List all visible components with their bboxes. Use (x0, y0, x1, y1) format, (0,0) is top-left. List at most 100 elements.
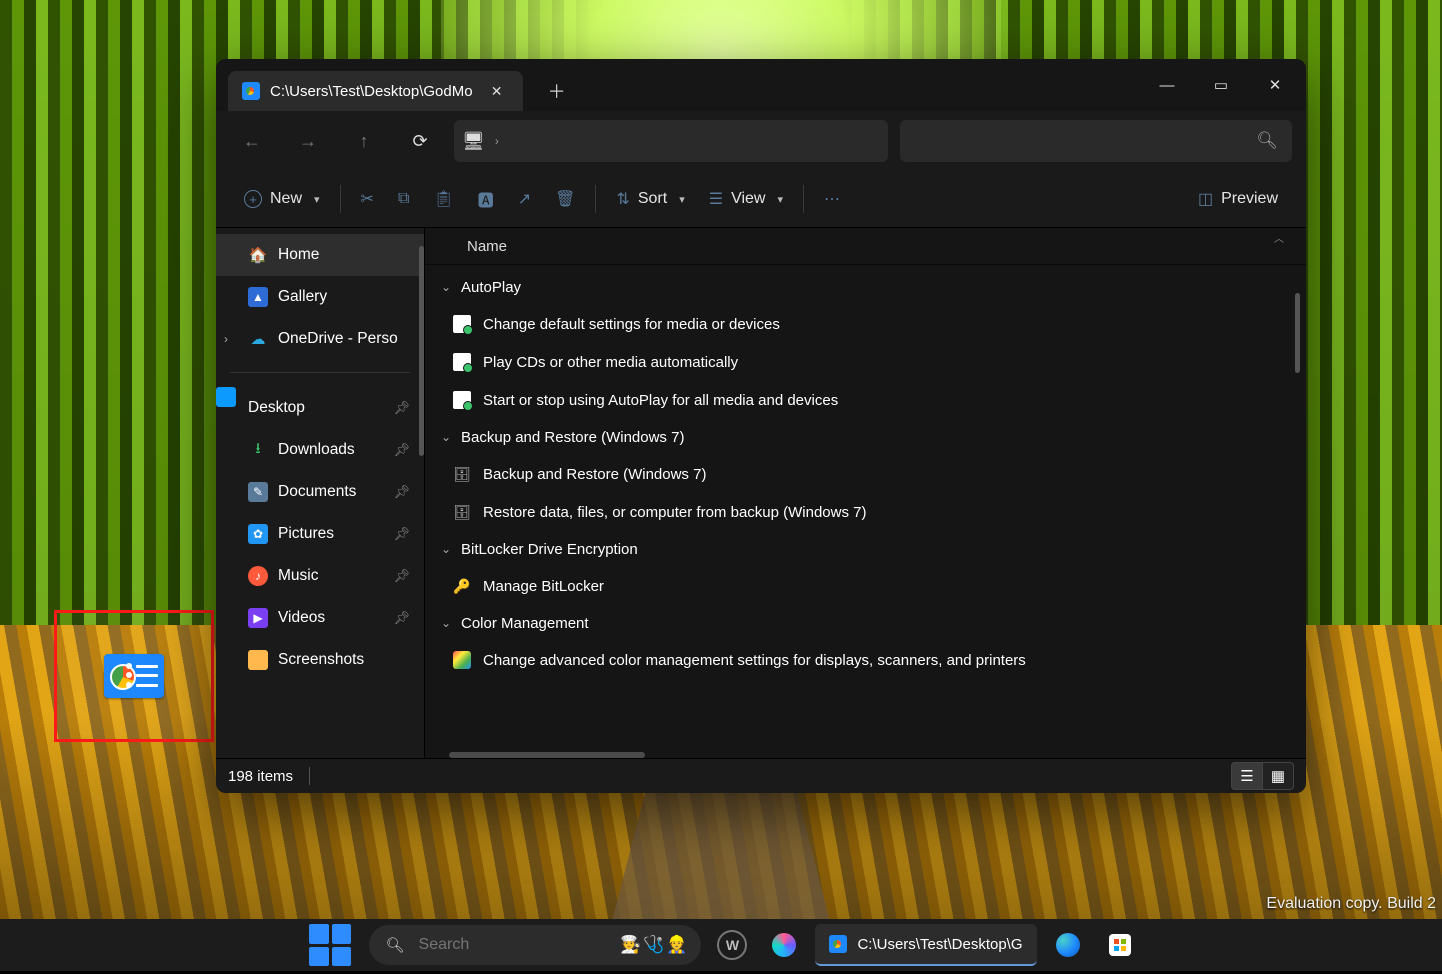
desktop-icon (216, 387, 236, 407)
new-button[interactable]: + New ▾ (234, 179, 330, 219)
cm-icon (453, 651, 471, 669)
sort-button[interactable]: ⇅ Sort ▾ (606, 179, 694, 219)
edge-icon (1056, 933, 1080, 957)
sidebar-item-music[interactable]: ♪ Music 📌︎ (216, 555, 424, 597)
address-bar[interactable]: 🖥 › (454, 120, 888, 162)
maximize-button[interactable]: ▭ (1194, 63, 1248, 107)
preview-pane-button[interactable]: ◫ Preview (1188, 179, 1288, 219)
list-item-label: Restore data, files, or computer from ba… (483, 504, 866, 521)
bk-icon: 🗄 (453, 465, 471, 483)
vertical-scrollbar[interactable] (1295, 293, 1300, 373)
home-icon: 🏠 (248, 245, 268, 265)
clipboard-icon: 📋︎ (433, 189, 453, 209)
more-button[interactable]: ⋯ (814, 179, 850, 219)
chevron-down-icon: ▾ (679, 193, 685, 206)
group-header[interactable]: ⌄ BitLocker Drive Encryption (425, 531, 1306, 567)
videos-icon: ▶ (248, 608, 268, 628)
back-button[interactable]: ← (230, 119, 274, 163)
cp-icon (453, 391, 471, 409)
group-name: AutoPlay (461, 279, 521, 296)
pin-icon: 📌︎ (393, 484, 410, 500)
sidebar-item-folder[interactable]: Screenshots (216, 639, 424, 681)
list-item-label: Change advanced color management setting… (483, 652, 1026, 669)
search-box[interactable]: 🔍︎ (900, 120, 1292, 162)
group-header[interactable]: ⌄ Color Management (425, 605, 1306, 641)
copy-button[interactable]: ⧉ (388, 179, 419, 219)
group-header[interactable]: ⌄ Backup and Restore (Windows 7) (425, 419, 1306, 455)
group-name: Backup and Restore (Windows 7) (461, 429, 684, 446)
edge-button[interactable] (1047, 924, 1089, 966)
forward-button[interactable]: → (286, 119, 330, 163)
list-item[interactable]: 🗄 Restore data, files, or computer from … (425, 493, 1306, 531)
share-button[interactable]: ↗ (508, 179, 541, 219)
window-tab[interactable]: C:\Users\Test\Desktop\GodMo ✕ (228, 71, 523, 111)
group-name: BitLocker Drive Encryption (461, 541, 638, 558)
copilot-button[interactable] (763, 924, 805, 966)
sidebar-item-pictures[interactable]: ✿ Pictures 📌︎ (216, 513, 424, 555)
pictures-icon: ✿ (248, 524, 268, 544)
pin-icon: 📌︎ (393, 400, 410, 416)
folder-icon (248, 650, 268, 670)
cut-button[interactable]: ✂ (351, 179, 384, 219)
column-header-name[interactable]: Name ︿ (425, 228, 1306, 265)
new-tab-button[interactable]: ＋ (539, 73, 575, 109)
refresh-button[interactable]: ⟳ (398, 119, 442, 163)
paste-button[interactable]: 📋︎ (423, 179, 463, 219)
sort-icon: ⇅ (616, 189, 629, 209)
list-item-label: Start or stop using AutoPlay for all med… (483, 392, 838, 409)
delete-button[interactable]: 🗑 (545, 179, 585, 219)
list-item-label: Play CDs or other media automatically (483, 354, 738, 371)
this-pc-icon: 🖥 (462, 131, 485, 152)
list-item[interactable]: Play CDs or other media automatically (425, 343, 1306, 381)
chevron-down-icon: ⌄ (439, 616, 453, 630)
list-item[interactable]: 🗄 Backup and Restore (Windows 7) (425, 455, 1306, 493)
chevron-down-icon: ▾ (314, 193, 320, 206)
tab-title: C:\Users\Test\Desktop\GodMo (270, 83, 473, 100)
sidebar-item-label: Pictures (278, 525, 334, 543)
widgets-button[interactable]: W (711, 924, 753, 966)
sidebar-item-documents[interactable]: ✎ Documents 📌︎ (216, 471, 424, 513)
sidebar-item-home[interactable]: 🏠 Home (216, 234, 424, 276)
sidebar-item-label: OneDrive - Perso (278, 330, 398, 348)
sidebar-item-label: Screenshots (278, 651, 364, 669)
search-icon: 🔍︎ (1256, 131, 1278, 151)
close-button[interactable]: ✕ (1248, 63, 1302, 107)
taskbar-task-explorer[interactable]: C:\Users\Test\Desktop\G (815, 924, 1036, 966)
chevron-down-icon: ⌄ (439, 280, 453, 294)
music-icon: ♪ (248, 566, 268, 586)
highlighted-desktop-icon[interactable] (54, 610, 214, 742)
taskbar-search[interactable]: 🔍︎ 🧑‍🍳🩺👷 (369, 925, 701, 965)
list-item[interactable]: Change advanced color management setting… (425, 641, 1306, 679)
list-item[interactable]: Start or stop using AutoPlay for all med… (425, 381, 1306, 419)
sidebar-item-videos[interactable]: ▶ Videos 📌︎ (216, 597, 424, 639)
up-button[interactable]: ↑ (342, 119, 386, 163)
start-button[interactable] (301, 916, 359, 974)
rename-button[interactable]: 🅰 (468, 179, 504, 219)
lock-icon: 🔑 (453, 577, 471, 595)
sidebar-item-label: Home (278, 246, 319, 264)
sidebar-item-onedrive[interactable]: › ☁ OneDrive - Perso (216, 318, 424, 360)
sidebar-item-desktop[interactable]: Desktop 📌︎ (216, 387, 424, 429)
store-button[interactable] (1099, 924, 1141, 966)
view-button[interactable]: ☰ View ▾ (699, 179, 793, 219)
tab-close-button[interactable]: ✕ (483, 77, 511, 105)
sidebar-item-gallery[interactable]: ▲ Gallery (216, 276, 424, 318)
sidebar-item-label: Music (278, 567, 318, 585)
content-pane: Name ︿ ⌄ AutoPlay Change default setting… (424, 228, 1306, 758)
bk-icon: 🗄 (453, 503, 471, 521)
list-item[interactable]: 🔑 Manage BitLocker (425, 567, 1306, 605)
thumbnails-view-toggle[interactable]: ▦ (1263, 762, 1294, 790)
group-header[interactable]: ⌄ AutoPlay (425, 269, 1306, 305)
sidebar-item-label: Downloads (278, 441, 355, 459)
pin-icon: 📌︎ (393, 610, 410, 626)
list-item[interactable]: Change default settings for media or dev… (425, 305, 1306, 343)
trash-icon: 🗑 (555, 189, 575, 209)
sidebar-item-downloads[interactable]: ⭳ Downloads 📌︎ (216, 429, 424, 471)
details-view-toggle[interactable]: ☰ (1231, 762, 1263, 790)
horizontal-scrollbar[interactable] (449, 752, 645, 758)
list-item-label: Change default settings for media or dev… (483, 316, 780, 333)
share-icon: ↗ (518, 189, 531, 209)
item-list: ⌄ AutoPlay Change default settings for m… (425, 265, 1306, 758)
rename-icon: 🅰 (478, 187, 494, 211)
minimize-button[interactable]: — (1140, 63, 1194, 107)
